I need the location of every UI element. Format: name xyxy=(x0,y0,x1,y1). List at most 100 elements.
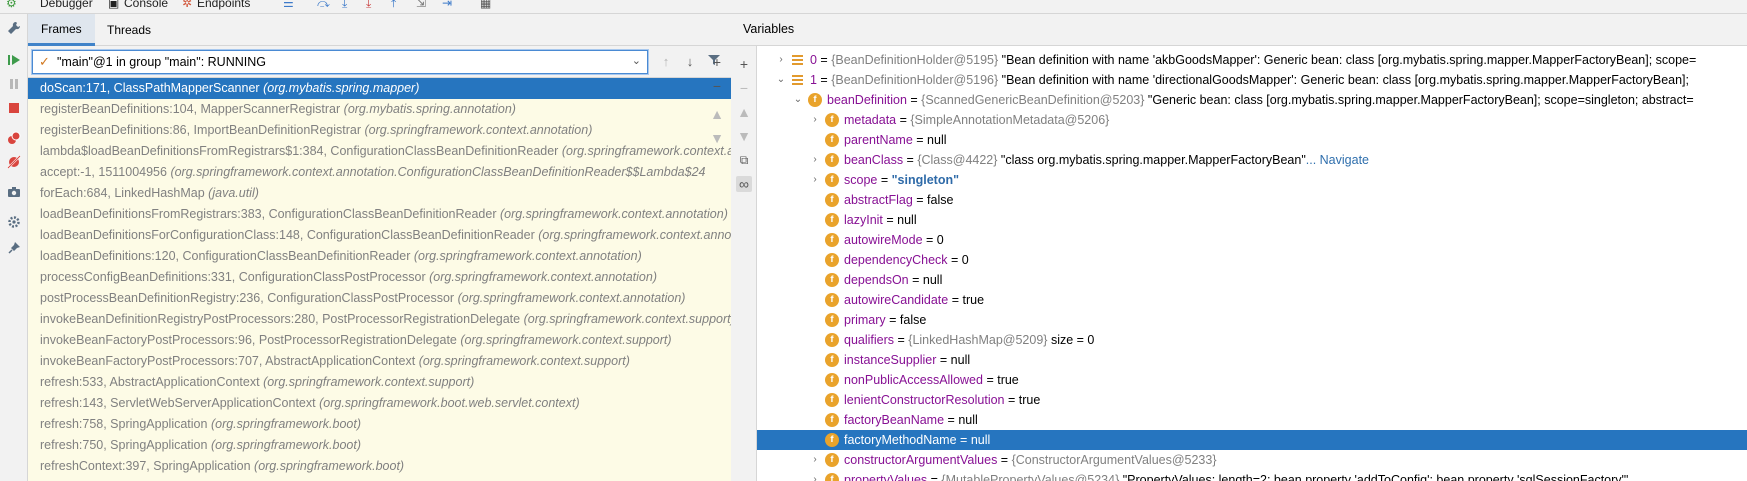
stop-icon[interactable] xyxy=(6,100,22,116)
frame-row[interactable]: lambda$loadBeanDefinitionsFromRegistrars… xyxy=(28,141,731,162)
frame-row[interactable]: doScan:171, ClassPathMapperScanner (org.… xyxy=(28,78,731,99)
frame-method: invokeBeanFactoryPostProcessors:96, Post… xyxy=(40,333,457,347)
frame-row[interactable]: refresh:758, SpringApplication (org.spri… xyxy=(28,414,731,435)
variable-node[interactable]: › f metadata = {SimpleAnnotationMetadata@5… xyxy=(757,110,1747,130)
variable-node[interactable]: f lenientConstructorResolution = true xyxy=(757,390,1747,410)
frame-row[interactable]: loadBeanDefinitions:120, ConfigurationCl… xyxy=(28,246,731,267)
debug-action-strip xyxy=(0,14,28,481)
variable-node[interactable]: f primary = false xyxy=(757,310,1747,330)
variable-value: true xyxy=(1018,393,1041,407)
new-watch-icon[interactable]: + xyxy=(736,56,752,72)
variable-node[interactable]: › 0 = {BeanDefinitionHolder@5195} "Bean d… xyxy=(757,50,1747,70)
view-breakpoints-icon[interactable] xyxy=(6,130,22,146)
frame-row[interactable]: refresh:750, SpringApplication (org.spri… xyxy=(28,435,731,456)
frame-row[interactable]: loadBeanDefinitionsForConfigurationClass… xyxy=(28,225,731,246)
variable-node[interactable]: f parentName = null xyxy=(757,130,1747,150)
frame-row[interactable]: registerBeanDefinitions:104, MapperScann… xyxy=(28,99,731,120)
variable-node[interactable]: › f scope = "singleton" xyxy=(757,170,1747,190)
debugger-tab[interactable]: Debugger xyxy=(40,0,93,10)
resume-icon[interactable] xyxy=(6,52,22,68)
variable-value: null xyxy=(958,413,978,427)
frame-row[interactable]: postProcessBeanDefinitionRegistry:236, C… xyxy=(28,288,731,309)
camera-icon[interactable] xyxy=(6,184,22,200)
frame-row[interactable]: forEach:684, LinkedHashMap (java.util) xyxy=(28,183,731,204)
add-icon[interactable]: + xyxy=(709,54,725,70)
variable-node[interactable]: f autowireMode = 0 xyxy=(757,230,1747,250)
mute-breakpoints-icon[interactable] xyxy=(6,154,22,170)
step-over-icon[interactable]: ⤼ xyxy=(317,0,330,11)
move-watch-down-icon[interactable]: ▼ xyxy=(736,128,752,144)
run-to-cursor-icon[interactable]: ⇥ xyxy=(442,0,452,10)
variable-node[interactable]: f instanceSupplier = null xyxy=(757,350,1747,370)
frame-row[interactable]: processConfigBeanDefinitions:331, Config… xyxy=(28,267,731,288)
frame-row[interactable]: loadBeanDefinitionsFromRegistrars:383, C… xyxy=(28,204,731,225)
move-watch-up-icon[interactable]: ▲ xyxy=(736,104,752,120)
move-down-icon[interactable]: ▼ xyxy=(709,130,725,146)
pin-icon[interactable] xyxy=(6,240,22,256)
variable-node[interactable]: f factoryMethodName = null xyxy=(757,430,1747,450)
step-out-icon[interactable]: ⤒ xyxy=(391,0,396,11)
variable-node[interactable]: › f beanClass = {Class@4422} "class org.my… xyxy=(757,150,1747,170)
pause-icon[interactable] xyxy=(6,76,22,92)
frame-package: (org.springframework.context.annotation) xyxy=(364,123,593,137)
settings-wrench-icon[interactable] xyxy=(6,20,22,36)
tab-frames[interactable]: Frames xyxy=(28,14,95,46)
variable-node[interactable]: f dependsOn = null xyxy=(757,270,1747,290)
frame-method: refresh:533, AbstractApplicationContext xyxy=(40,375,260,389)
variable-name: dependsOn xyxy=(844,273,909,287)
frame-row[interactable]: registerBeanDefinitions:86, ImportBeanDe… xyxy=(28,120,731,141)
thread-dropdown[interactable]: ✓ "main"@1 in group "main": RUNNING ⌄ xyxy=(32,50,648,74)
variable-node[interactable]: f qualifiers = {LinkedHashMap@5209} size … xyxy=(757,330,1747,350)
expand-chevron-icon[interactable]: › xyxy=(809,150,821,170)
endpoints-tab[interactable]: Endpoints xyxy=(197,0,250,10)
variable-node[interactable]: f factoryBeanName = null xyxy=(757,410,1747,430)
variable-node[interactable]: f abstractFlag = false xyxy=(757,190,1747,210)
console-tab[interactable]: Console xyxy=(124,0,168,10)
remove-watch-icon[interactable]: − xyxy=(736,80,752,96)
tab-threads[interactable]: Threads xyxy=(94,14,164,46)
frame-row[interactable]: accept:-1, 1511004956 (org.springframewo… xyxy=(28,162,731,183)
variable-value: "Bean definition with name 'directionalG… xyxy=(998,73,1690,87)
evaluate-icon[interactable]: ▦ xyxy=(480,0,491,10)
equals-sign: = xyxy=(816,73,832,87)
force-step-into-icon[interactable]: ⤓ xyxy=(366,0,371,11)
next-frame-arrow-icon[interactable]: ↓ xyxy=(682,54,698,70)
move-up-icon[interactable]: ▲ xyxy=(709,106,725,122)
frame-row[interactable]: invokeBeanFactoryPostProcessors:707, Abs… xyxy=(28,351,731,372)
variable-node[interactable]: › f constructorArgumentValues = {Construct… xyxy=(757,450,1747,470)
variable-node[interactable]: f nonPublicAccessAllowed = true xyxy=(757,370,1747,390)
minus-icon[interactable]: − xyxy=(709,78,725,94)
frame-row[interactable]: run:315, SpringApplication (org.springfr… xyxy=(28,477,731,481)
frame-row[interactable]: refresh:533, AbstractApplicationContext … xyxy=(28,372,731,393)
settings-gear-icon[interactable] xyxy=(6,214,22,230)
variable-node[interactable]: ⌄ f beanDefinition = {ScannedGenericBeanDe… xyxy=(757,90,1747,110)
variable-name: beanClass xyxy=(844,153,904,167)
variable-node[interactable]: f lazyInit = null xyxy=(757,210,1747,230)
expand-chevron-icon[interactable]: › xyxy=(775,50,787,70)
debugger-icon[interactable]: ⚙ xyxy=(6,0,17,10)
step-into-icon[interactable]: ⤓ xyxy=(342,0,347,11)
variable-label: abstractFlag = false xyxy=(844,190,953,210)
show-execution-point-icon[interactable]: ☰ xyxy=(283,0,294,10)
frame-package: (org.springframework.context.annotation) xyxy=(499,207,728,221)
variable-node[interactable]: › f propertyValues = {MutablePropertyValue… xyxy=(757,470,1747,481)
variable-node[interactable]: f autowireCandidate = true xyxy=(757,290,1747,310)
expand-chevron-icon[interactable]: › xyxy=(809,110,821,130)
frame-row[interactable]: invokeBeanFactoryPostProcessors:96, Post… xyxy=(28,330,731,351)
glasses-watches-icon[interactable]: ∞ xyxy=(736,176,752,192)
previous-frame-arrow-icon[interactable]: ↑ xyxy=(658,54,674,70)
variable-value: null xyxy=(970,433,991,447)
expand-chevron-icon[interactable]: › xyxy=(809,470,821,481)
navigate-link[interactable]: ... Navigate xyxy=(1306,153,1369,167)
variable-node[interactable]: ⌄ 1 = {BeanDefinitionHolder@5196} "Bean d… xyxy=(757,70,1747,90)
frame-row[interactable]: refreshContext:397, SpringApplication (o… xyxy=(28,456,731,477)
expand-chevron-icon[interactable]: › xyxy=(809,170,821,190)
drop-frame-icon[interactable]: ⇲ xyxy=(416,0,426,10)
copy-icon[interactable]: ⧉ xyxy=(736,152,752,168)
variable-node[interactable]: f dependencyCheck = 0 xyxy=(757,250,1747,270)
collapse-chevron-icon[interactable]: ⌄ xyxy=(792,90,804,110)
expand-chevron-icon[interactable]: › xyxy=(809,450,821,470)
collapse-chevron-icon[interactable]: ⌄ xyxy=(775,70,787,90)
frame-row[interactable]: invokeBeanDefinitionRegistryPostProcesso… xyxy=(28,309,731,330)
frame-row[interactable]: refresh:143, ServletWebServerApplication… xyxy=(28,393,731,414)
